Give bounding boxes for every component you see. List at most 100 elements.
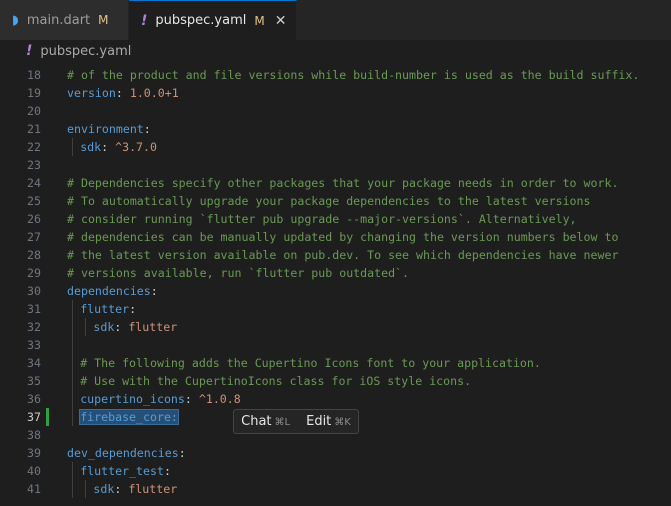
code-line[interactable]: 33 [0, 336, 671, 354]
modified-indicator: M [98, 13, 109, 27]
punctuation-token: : [178, 446, 186, 460]
comment-token: # To automatically upgrade your package … [67, 194, 591, 208]
code-line[interactable]: 20 [0, 102, 671, 120]
indent-guide [72, 300, 73, 318]
indent-guide [72, 372, 73, 390]
code-line[interactable]: 31 flutter: [0, 300, 671, 318]
key-token: flutter_test [80, 464, 164, 478]
edit-action[interactable]: Edit ⌘K [306, 414, 351, 429]
value-token: ^3.7.0 [115, 140, 157, 154]
comment-token: # Dependencies specify other packages th… [67, 176, 619, 190]
punctuation-token: : [184, 392, 199, 406]
line-number: 28 [27, 248, 41, 262]
punctuation-token: : [143, 122, 151, 136]
code-text: environment: [67, 120, 151, 138]
line-number: 33 [27, 338, 41, 352]
code-line[interactable]: 32 sdk: flutter [0, 318, 671, 336]
indent-guide [85, 480, 86, 498]
line-number: 27 [27, 230, 41, 244]
line-number: 30 [27, 284, 41, 298]
punctuation-token: : [129, 302, 137, 316]
key-token: dependencies [67, 284, 151, 298]
code-text: dev_dependencies: [67, 444, 186, 462]
tab-pubspec-yaml[interactable]: ! pubspec.yaml M ✕ [129, 0, 297, 40]
key-token: dev_dependencies [67, 446, 179, 460]
value-token: 1.0.0+1 [129, 86, 179, 100]
tab-bar: ◗ main.dart M ! pubspec.yaml M ✕ [0, 0, 671, 41]
yaml-file-icon: ! [26, 43, 33, 59]
code-line[interactable]: 23 [0, 156, 671, 174]
indent-guide [72, 336, 73, 354]
code-line[interactable]: 27 # dependencies can be manually updated… [0, 228, 671, 246]
code-line[interactable]: 18 # of the product and file versions whi… [0, 66, 671, 84]
code-line[interactable]: 29 # versions available, run `flutter pub… [0, 264, 671, 282]
code-text: cupertino_icons: ^1.0.8 [80, 390, 241, 408]
code-text: # To automatically upgrade your package … [67, 192, 591, 210]
indent-guide [72, 462, 73, 480]
punctuation-token: : [114, 320, 129, 334]
breadcrumb-item-file[interactable]: pubspec.yaml [40, 44, 131, 59]
code-line[interactable]: 22 sdk: ^3.7.0 [0, 138, 671, 156]
code-line[interactable]: 41 sdk: flutter [0, 480, 671, 498]
code-text: # consider running `flutter pub upgrade … [67, 210, 577, 228]
punctuation-token: : [115, 86, 130, 100]
comment-token: # the latest version available on pub.de… [67, 248, 619, 262]
code-line[interactable]: 21 environment: [0, 120, 671, 138]
line-number: 25 [27, 194, 41, 208]
code-line[interactable]: 36 cupertino_icons: ^1.0.8 [0, 390, 671, 408]
code-line[interactable]: 25 # To automatically upgrade your packag… [0, 192, 671, 210]
key-token: sdk [93, 482, 115, 496]
code-line[interactable]: 19 version: 1.0.0+1 [0, 84, 671, 102]
key-token: flutter [80, 302, 130, 316]
code-text: flutter: [80, 300, 136, 318]
value-token: flutter [128, 320, 178, 334]
line-number: 37 [27, 410, 41, 424]
code-text: # Use with the CupertinoIcons class for … [80, 372, 471, 390]
line-number: 19 [27, 86, 41, 100]
chat-action[interactable]: Chat ⌘L [241, 414, 290, 429]
tab-label: main.dart [26, 12, 91, 28]
line-number: 24 [27, 176, 41, 190]
code-line[interactable]: 39 dev_dependencies: [0, 444, 671, 462]
tab-main-dart[interactable]: ◗ main.dart M [0, 0, 129, 40]
key-token: sdk [93, 320, 115, 334]
comment-token: # consider running `flutter pub upgrade … [67, 212, 577, 226]
code-text: # The following adds the Cupertino Icons… [80, 354, 541, 372]
code-line[interactable]: 28 # the latest version available on pub.… [0, 246, 671, 264]
close-icon[interactable]: ✕ [275, 13, 287, 29]
line-number: 20 [27, 104, 41, 118]
comment-token: # of the product and file versions while… [67, 68, 640, 82]
comment-token: # The following adds the Cupertino Icons… [80, 356, 541, 370]
code-editor[interactable]: 18 # of the product and file versions whi… [0, 62, 671, 506]
key-token: cupertino_icons [80, 392, 185, 406]
code-text: sdk: flutter [93, 318, 177, 336]
value-token: flutter [128, 482, 178, 496]
code-line[interactable]: 34 # The following adds the Cupertino Ico… [0, 354, 671, 372]
indent-guide [72, 354, 73, 372]
indent-guide [72, 480, 73, 498]
code-line[interactable]: 24 # Dependencies specify other packages … [0, 174, 671, 192]
line-number: 18 [27, 68, 41, 82]
line-number: 36 [27, 392, 41, 406]
indent-guide [85, 318, 86, 336]
tab-label: pubspec.yaml [155, 13, 247, 28]
code-text: sdk: ^3.7.0 [80, 138, 157, 156]
code-line[interactable]: 40 flutter_test: [0, 462, 671, 480]
code-line[interactable]: 26 # consider running `flutter pub upgrad… [0, 210, 671, 228]
code-line[interactable]: 35 # Use with the CupertinoIcons class fo… [0, 372, 671, 390]
code-text: version: 1.0.0+1 [67, 84, 179, 102]
code-line[interactable]: 30 dependencies: [0, 282, 671, 300]
line-number: 26 [27, 212, 41, 226]
comment-token: # dependencies can be manually updated b… [67, 230, 619, 244]
indent-guide [72, 390, 73, 408]
line-number: 35 [27, 374, 41, 388]
indent-guide [72, 408, 73, 426]
value-token: ^1.0.8 [198, 392, 241, 406]
punctuation-token: : [101, 140, 116, 154]
key-token: environment [67, 122, 144, 136]
line-number: 23 [27, 158, 41, 172]
key-token: sdk [80, 140, 102, 154]
indent-guide [72, 138, 73, 156]
breadcrumb: ! pubspec.yaml [0, 40, 671, 62]
comment-token: # Use with the CupertinoIcons class for … [80, 374, 472, 388]
